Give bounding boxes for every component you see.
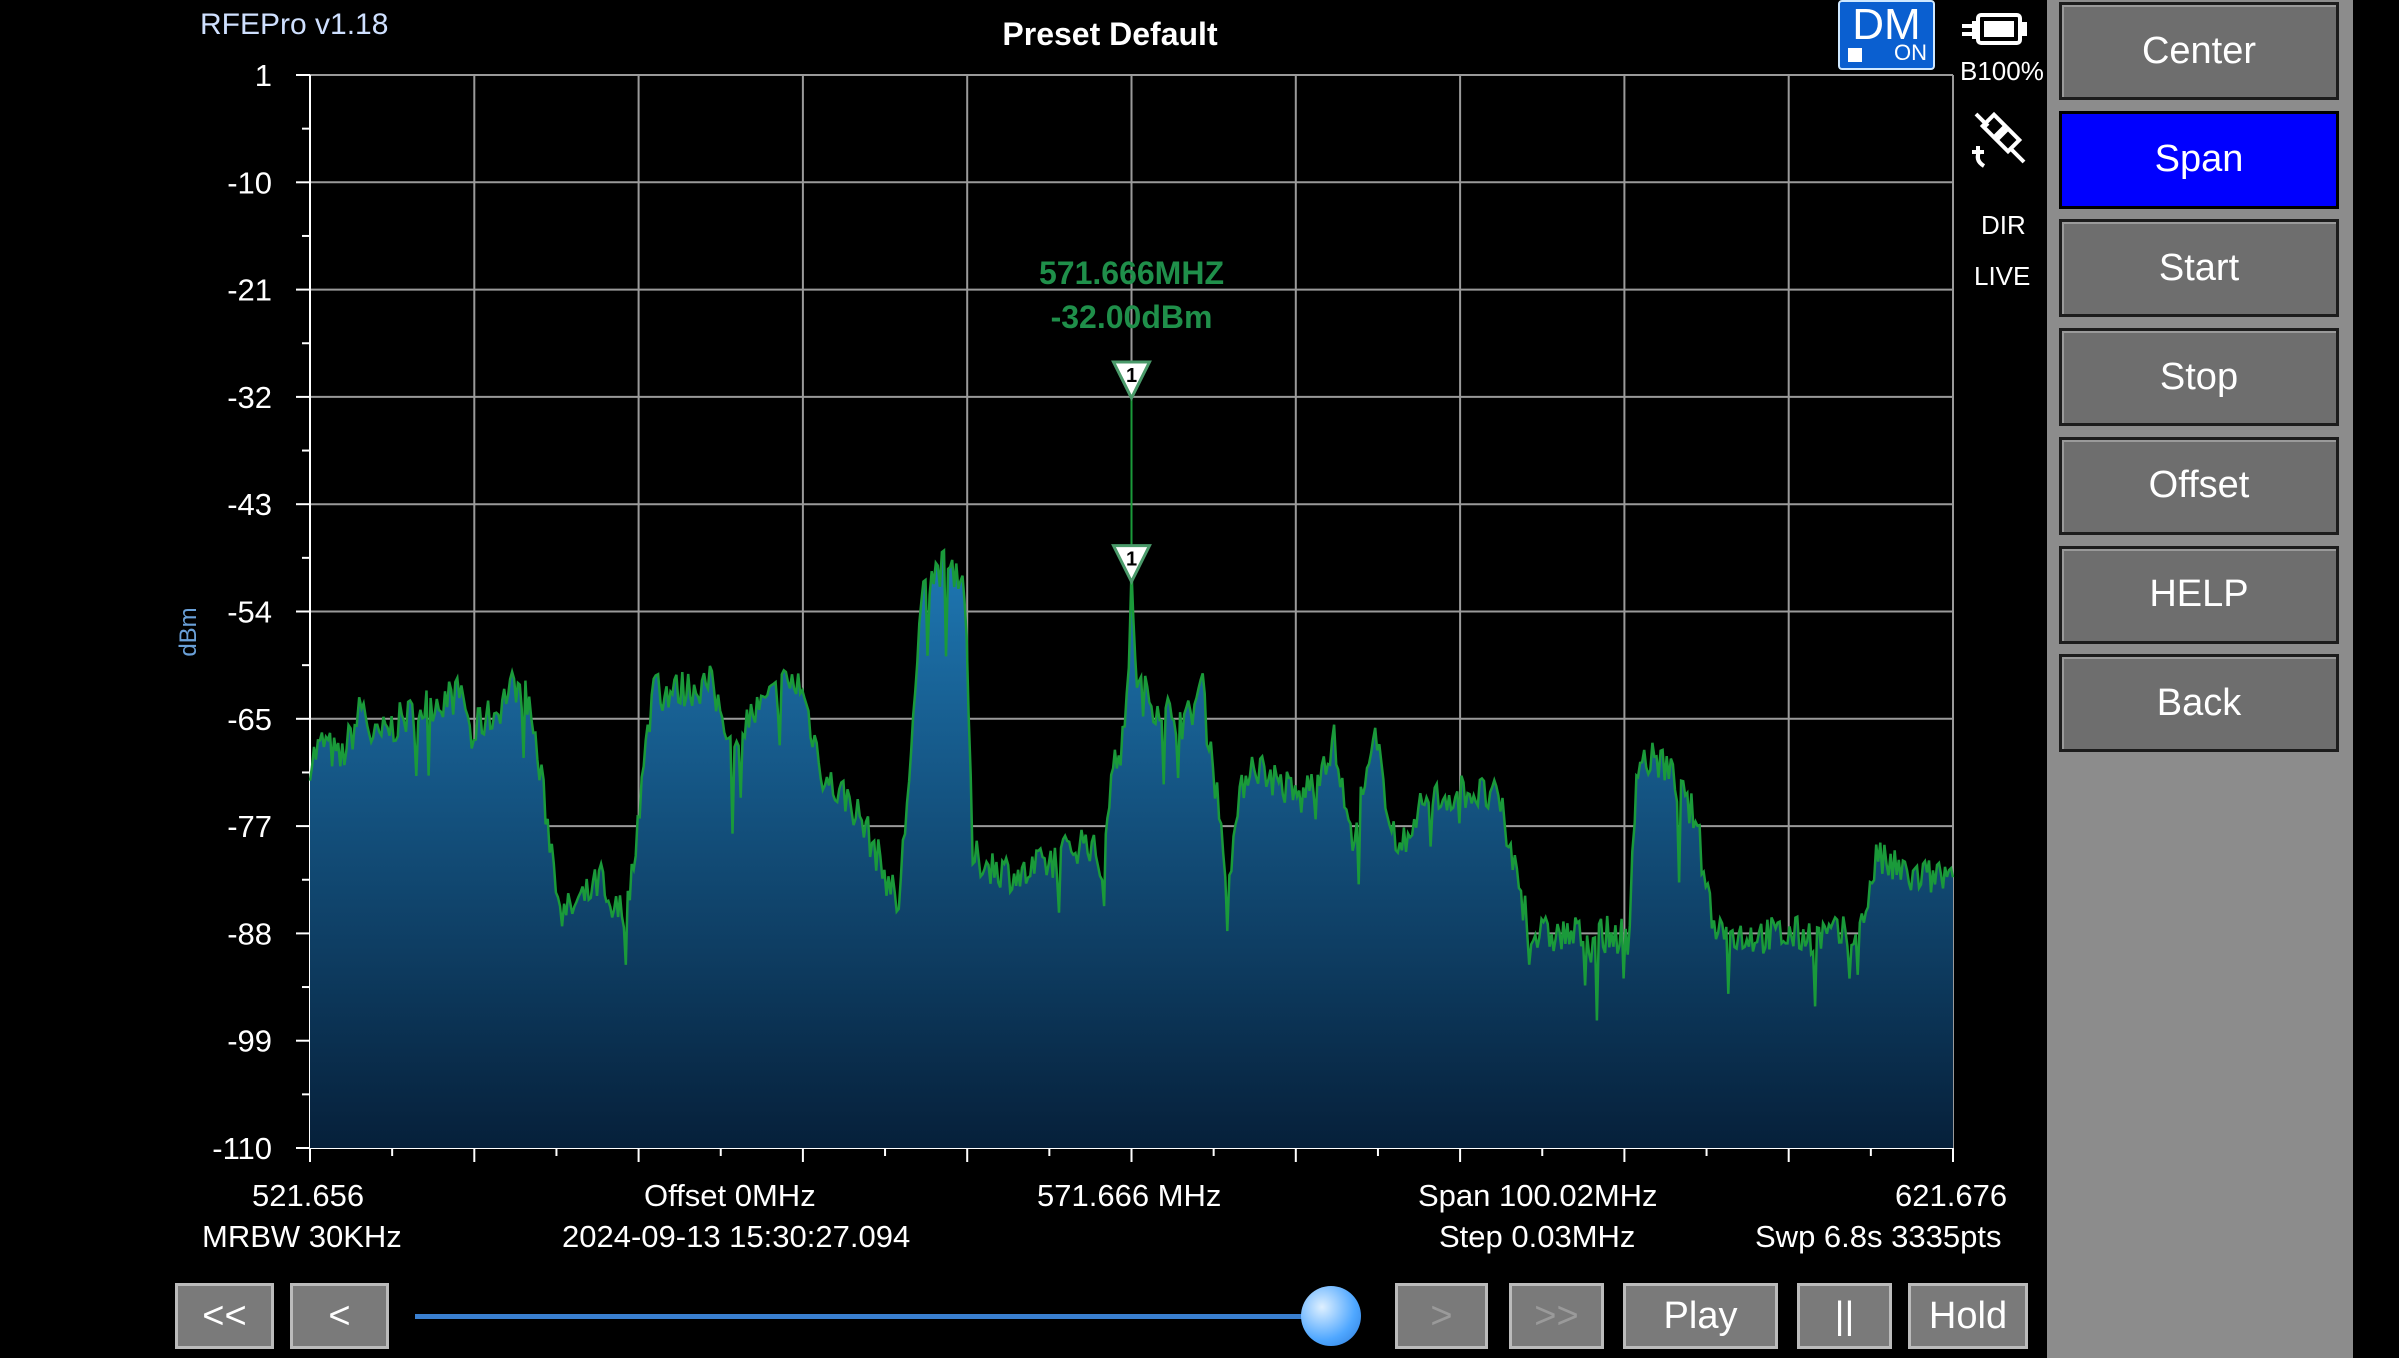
menu-offset-button[interactable]: Offset: [2059, 436, 2339, 535]
sweep-info: Swp 6.8s 3335pts: [1755, 1219, 2002, 1254]
stop-freq: 621.676: [1895, 1178, 2008, 1213]
y-tick-label: -65: [227, 702, 272, 737]
slider-track: [415, 1314, 1350, 1319]
span-info: Span 100.02MHz: [1418, 1178, 1658, 1213]
step-forward-button[interactable]: >: [1395, 1283, 1488, 1349]
marker-triangle-peak: 1: [1111, 360, 1152, 402]
y-tick-label: -77: [227, 809, 272, 844]
pause-button[interactable]: ||: [1797, 1283, 1892, 1349]
fast-forward-button[interactable]: >>: [1509, 1283, 1604, 1349]
center-freq: 571.666 MHz: [1037, 1178, 1222, 1213]
rewind-button[interactable]: <<: [175, 1283, 274, 1349]
menu-edge: [2353, 0, 2399, 1358]
y-axis-ticks: 1 -10 -21 -32 -43 -54 -65 -77 -88 -99 -110: [212, 58, 272, 1166]
spectrum-chart: 1 -10 -21 -32 -43 -54 -65 -77 -88 -99 -110 1 1 571…: [175, 58, 1955, 1166]
playback-slider[interactable]: [415, 1286, 1362, 1346]
y-tick-label: -54: [227, 595, 272, 630]
menu-start-button[interactable]: Start: [2059, 219, 2339, 318]
y-tick-label: -10: [227, 165, 272, 200]
menu-back-button[interactable]: Back: [2059, 654, 2339, 753]
marker-triangle-trace: 1: [1111, 544, 1152, 586]
y-tick-label: -99: [227, 1024, 272, 1059]
menu-center-button[interactable]: Center: [2059, 2, 2339, 100]
marker-freq-label: 571.666MHZ: [1039, 255, 1224, 291]
y-tick-label: -21: [227, 273, 272, 308]
marker-level-label: -32.00dBm: [1051, 299, 1213, 335]
step-info: Step 0.03MHz: [1439, 1219, 1636, 1254]
rbw-info: MRBW 30KHz: [202, 1219, 402, 1254]
spectrum-area: [310, 550, 1953, 1148]
start-freq: 521.656: [252, 1178, 365, 1213]
y-axis-label: dBm: [175, 607, 202, 656]
marker-1: 1 1 571.666MHZ -32.00dBm: [1039, 255, 1224, 586]
y-tick-label: -110: [212, 1131, 272, 1166]
offset-info: Offset 0MHz: [644, 1178, 816, 1213]
slider-thumb[interactable]: [1301, 1286, 1362, 1346]
menu-stop-button[interactable]: Stop: [2059, 328, 2339, 427]
timestamp: 2024-09-13 15:30:27.094: [562, 1219, 911, 1254]
y-tick-label: -88: [227, 916, 272, 951]
y-tick-label: -43: [227, 487, 272, 522]
hold-button[interactable]: Hold: [1908, 1283, 2028, 1349]
marker-id: 1: [1126, 365, 1137, 387]
y-tick-label: 1: [255, 58, 272, 93]
play-button[interactable]: Play: [1623, 1283, 1778, 1349]
menu-span-button[interactable]: Span: [2059, 110, 2339, 209]
step-back-button[interactable]: <: [290, 1283, 389, 1349]
y-tick-label: -32: [227, 380, 272, 415]
marker-id: 1: [1126, 549, 1137, 571]
menu-help-button[interactable]: HELP: [2059, 545, 2339, 644]
